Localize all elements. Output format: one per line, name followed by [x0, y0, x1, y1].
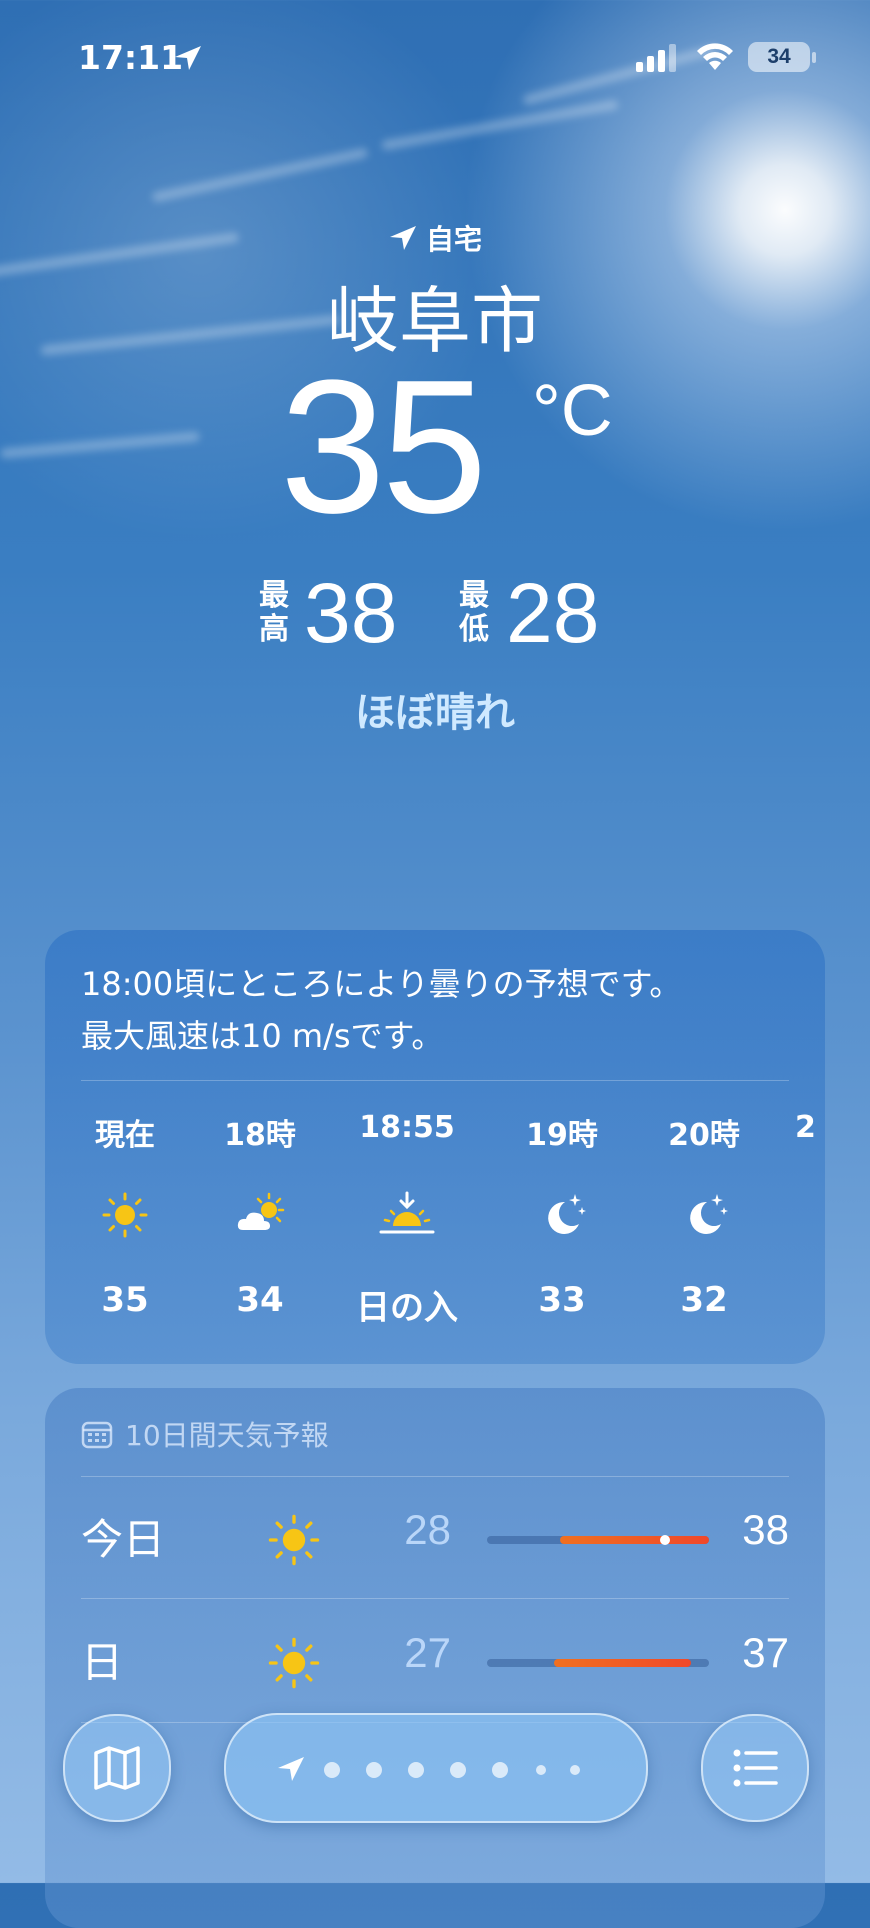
hour-temperature: 35	[101, 1280, 149, 1320]
temperature-range-fill	[553, 1659, 692, 1667]
page-dot	[408, 1762, 424, 1778]
hour-event: 日の入	[356, 1288, 458, 1328]
page-dot	[366, 1762, 382, 1778]
low-label-char-1: 最	[459, 578, 489, 613]
current-temp-marker	[659, 1535, 670, 1545]
partly-cloudy-icon	[237, 1192, 285, 1230]
temperature-range-fill	[560, 1536, 709, 1544]
temperature-range-bar	[487, 1659, 709, 1667]
page-dot	[324, 1762, 340, 1778]
page-dot	[492, 1762, 508, 1778]
hour-temperature: 32	[680, 1280, 728, 1320]
battery-level: 34	[767, 45, 791, 68]
day-name: 日	[81, 1638, 124, 1687]
map-icon	[94, 1746, 140, 1790]
day-row[interactable]: 今日 28 38	[81, 1478, 789, 1600]
divider	[81, 1080, 789, 1081]
low-label-char-2: 低	[459, 612, 489, 647]
day-row[interactable]: 日 27 37	[81, 1601, 789, 1723]
home-label: 自宅	[425, 223, 482, 256]
hour-label: 18:55	[359, 1110, 455, 1145]
divider	[81, 1598, 789, 1599]
status-bar: 17:11 34	[0, 0, 870, 110]
low-label: 最 低	[456, 579, 492, 647]
hourly-forecast-card[interactable]: 18:00頃にところにより曇りの予想です。 最大風速は10 m/sです。 現在 …	[45, 930, 825, 1364]
ten-day-header: 10日間天気予報	[81, 1414, 329, 1454]
cellular-signal-icon	[636, 44, 676, 72]
page-dot	[570, 1765, 580, 1775]
status-time: 17:11	[78, 38, 184, 77]
day-high: 37	[742, 1629, 789, 1676]
location-arrow-icon	[278, 1757, 304, 1781]
summary-line-1: 18:00頃にところにより曇りの予想です。	[81, 965, 682, 1003]
summary-line-2: 最大風速は10 m/sです。	[81, 1017, 444, 1055]
hour-label: 19時	[526, 1118, 598, 1153]
hour-label: 現在	[95, 1118, 155, 1153]
map-button[interactable]	[63, 1714, 171, 1822]
home-location-label: 自宅	[0, 218, 870, 258]
moon-stars-icon	[548, 1194, 586, 1234]
locations-list-button[interactable]	[701, 1714, 809, 1822]
ten-day-title: 10日間天気予報	[125, 1419, 329, 1452]
high-low-temps: 最 高 38 最 低 28	[0, 566, 870, 660]
hour-temperature: 34	[236, 1280, 284, 1320]
high-label-char-1: 最	[259, 578, 289, 613]
page-dot	[536, 1765, 546, 1775]
page-dot	[450, 1762, 466, 1778]
temperature-range-bar	[487, 1535, 709, 1545]
sunset-icon	[379, 1191, 435, 1234]
high-label: 最 高	[256, 579, 292, 647]
ten-day-forecast-card[interactable]: 10日間天気予報 今日 28 38 日 27 37	[45, 1388, 825, 1928]
forecast-summary: 18:00頃にところにより曇りの予想です。 最大風速は10 m/sです。	[81, 958, 801, 1062]
calendar-icon	[81, 1421, 113, 1449]
wifi-icon	[697, 43, 733, 70]
high-temperature: 38	[304, 566, 398, 660]
current-temperature: 35	[280, 341, 487, 553]
low-temperature: 28	[506, 566, 600, 660]
sun-icon	[268, 1514, 320, 1566]
hour-label: 2	[795, 1110, 816, 1145]
location-services-icon	[175, 46, 201, 70]
hour-label: 18時	[224, 1118, 296, 1153]
day-name: 今日	[81, 1515, 166, 1564]
high-label-char-2: 高	[259, 612, 289, 647]
sun-icon	[102, 1192, 148, 1238]
weather-condition: ほぼ晴れ	[355, 690, 515, 736]
day-low: 27	[404, 1629, 451, 1676]
hourly-strip[interactable]: 現在 35 18時 34 18:55 日の入 19時 33 20時 32 2	[45, 1110, 825, 1350]
hour-label: 20時	[668, 1118, 740, 1153]
divider	[81, 1476, 789, 1477]
hour-temperature: 33	[538, 1280, 586, 1320]
moon-stars-icon	[690, 1194, 728, 1234]
temperature-unit: °C	[532, 371, 613, 451]
location-arrow-icon	[389, 226, 416, 250]
day-low: 28	[404, 1506, 451, 1553]
day-high: 38	[742, 1506, 789, 1553]
battery-indicator: 34	[748, 42, 810, 72]
sun-icon	[268, 1637, 320, 1689]
location-page-indicator[interactable]	[224, 1713, 648, 1823]
list-icon	[733, 1749, 778, 1787]
battery-tip	[812, 52, 816, 63]
